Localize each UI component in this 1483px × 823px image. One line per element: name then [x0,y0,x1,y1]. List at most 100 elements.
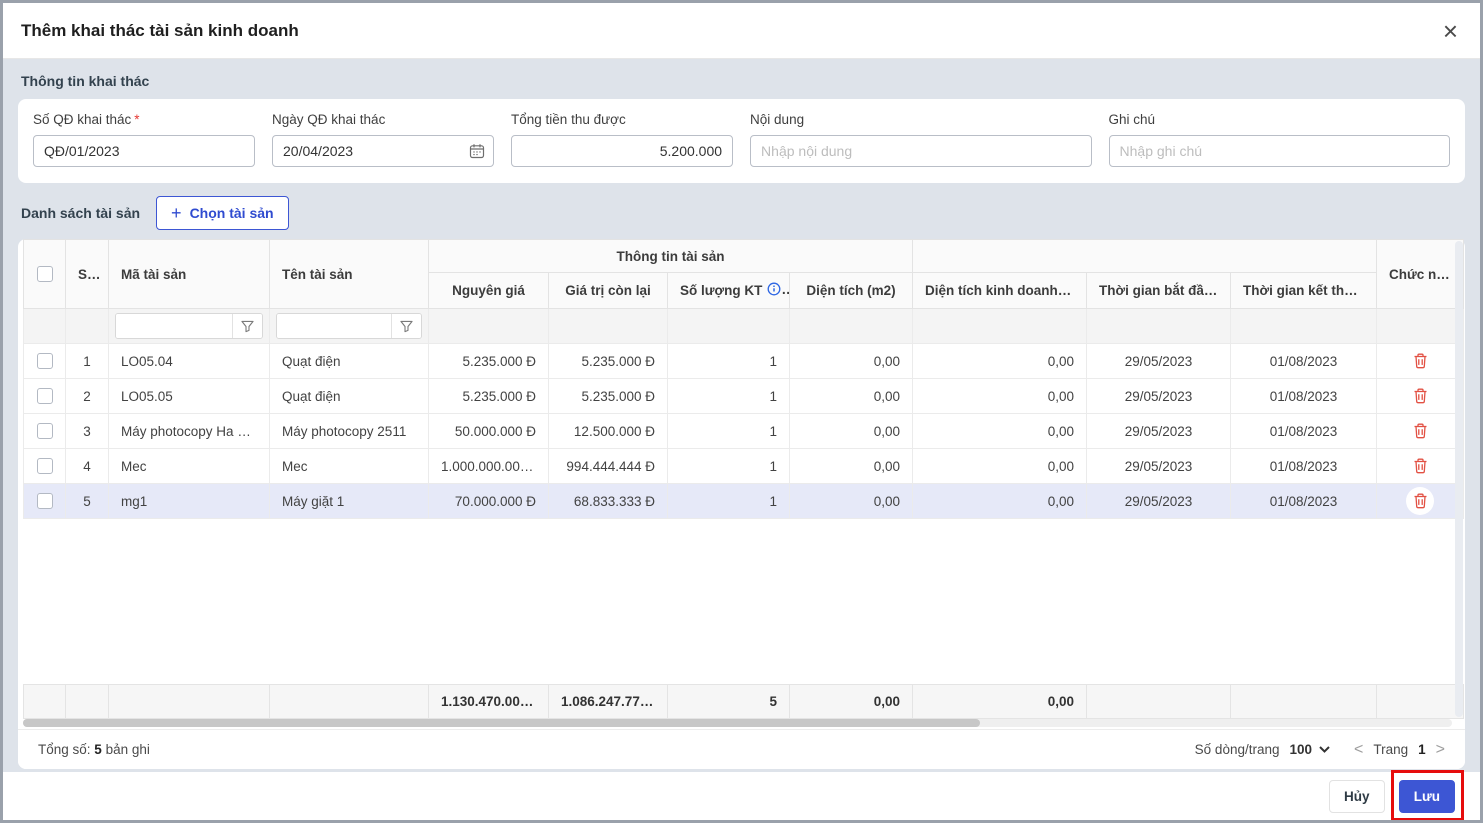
cell-end-date: 01/08/2023 [1229,343,1378,379]
cell-area: 0,00 [789,483,913,519]
cell-cost: 50.000.000 Đ [428,413,549,449]
cell-cost: 5.235.000 Đ [428,378,549,414]
header-qty: Số lượng KT [667,272,790,309]
total-collected-input[interactable] [511,135,734,167]
cell-remaining-value: 68.833.333 Đ [548,483,668,519]
field-decision-date: Ngày QĐ khai thác [272,112,495,167]
row-checkbox[interactable] [36,353,53,370]
cell-remaining-value: 12.500.000 Đ [548,413,668,449]
cell-asset-code: LO05.05 [108,378,270,414]
header-asset-code: Mã tài sản [108,239,270,309]
plus-icon: + [171,203,182,223]
horizontal-scrollbar[interactable] [23,719,1452,727]
cell-area: 0,00 [789,343,913,379]
info-circle-icon[interactable] [767,282,781,299]
trash-icon [1414,458,1427,473]
next-page-button[interactable]: > [1436,741,1445,758]
save-button[interactable]: Lưu [1398,779,1455,813]
delete-row-button[interactable] [1411,351,1430,371]
header-area: Diện tích (m2) [789,272,913,309]
info-section-heading: Thông tin khai thác [21,73,150,89]
decision-number-label: Số QĐ khai thác [33,112,132,127]
cell-end-date: 01/08/2023 [1229,448,1378,484]
close-icon[interactable]: × [1443,18,1458,44]
asset-table: STT Mã tài sản Tên tài sản Thông tin tài… [23,239,1465,519]
total-cost: 1.130.470.000 Đ [428,684,549,719]
cell-area: 0,00 [789,413,913,449]
trash-icon [1414,423,1427,438]
trash-icon [1414,353,1427,368]
cell-start-date: 29/05/2023 [1086,413,1231,449]
pagination-bar: Tổng số: 5 bản ghi Số dòng/trang 100 < T… [18,729,1465,769]
header-group-asset-info: Thông tin tài sản [428,239,913,273]
cell-remaining-value: 5.235.000 Đ [548,343,668,379]
asset-code-filter-input[interactable] [116,314,232,338]
table-empty-area [23,519,1452,684]
cell-business-area: 0,00 [912,483,1087,519]
cell-start-date: 29/05/2023 [1086,343,1231,379]
header-start-date: Thời gian bắt đầu (*) [1086,272,1231,309]
cell-business-area: 0,00 [912,413,1087,449]
dialog-footer: Hủy Lưu [3,769,1480,820]
asset-table-card: STT Mã tài sản Tên tài sản Thông tin tài… [18,239,1465,769]
delete-row-button[interactable] [1411,456,1430,476]
vertical-scrollbar[interactable] [1455,241,1463,717]
table-row[interactable]: 4 Mec Mec 1.000.000.000 Đ 994.444.444 Đ … [23,448,1465,484]
cell-stt: 5 [65,483,109,519]
delete-row-button[interactable] [1411,491,1430,511]
table-row[interactable]: 2 LO05.05 Quạt điện 5.235.000 Đ 5.235.00… [23,378,1465,414]
select-asset-button-label: Chọn tài sản [189,205,274,221]
note-input[interactable] [1108,135,1451,167]
decision-date-input[interactable] [272,135,495,167]
cell-start-date: 29/05/2023 [1086,448,1231,484]
table-row-selected[interactable]: 5 mg1 Máy giặt 1 70.000.000 Đ 68.833.333… [23,483,1465,519]
asset-table-totals: 1.130.470.000 Đ 1.086.247.777 Đ 5 0,00 0… [23,684,1464,719]
prev-page-button[interactable]: < [1354,741,1363,758]
decision-number-input[interactable] [33,135,256,167]
content-label: Nội dung [750,112,805,127]
row-checkbox[interactable] [36,458,53,475]
cell-business-area: 0,00 [912,343,1087,379]
delete-row-button[interactable] [1411,421,1430,441]
funnel-icon[interactable] [391,314,421,338]
total-area: 0,00 [789,684,913,719]
trash-icon [1414,388,1427,403]
row-checkbox[interactable] [36,423,53,440]
delete-row-button[interactable] [1411,386,1430,406]
cell-qty: 1 [667,448,790,484]
cell-asset-name: Máy giặt 1 [269,483,429,519]
cell-asset-name: Quạt điện [269,343,429,379]
asset-name-filter-input[interactable] [277,314,391,338]
cell-asset-name: Mec [269,448,429,484]
required-asterisk: * [134,112,140,127]
info-form-card: Số QĐ khai thác* Ngày QĐ khai thác [18,99,1465,183]
cancel-button[interactable]: Hủy [1328,779,1385,813]
funnel-icon[interactable] [232,314,262,338]
note-label: Ghi chú [1108,112,1156,127]
table-row[interactable]: 1 LO05.04 Quạt điện 5.235.000 Đ 5.235.00… [23,343,1465,379]
field-total-collected: Tổng tiền thu được [511,112,734,167]
row-checkbox[interactable] [36,388,53,405]
total-qty: 5 [667,684,790,719]
header-asset-name: Tên tài sản [269,239,429,309]
total-remaining-value: 1.086.247.777 Đ [548,684,668,719]
select-asset-button[interactable]: + Chọn tài sản [156,196,289,230]
cell-start-date: 29/05/2023 [1086,378,1231,414]
cell-stt: 3 [65,413,109,449]
cell-end-date: 01/08/2023 [1229,483,1378,519]
asset-name-filter [276,313,422,339]
content-input[interactable] [750,135,1092,167]
table-row[interactable]: 3 Máy photocopy Ha Noi ... Máy photocopy… [23,413,1465,449]
total-business-area: 0,00 [912,684,1087,719]
select-all-checkbox[interactable] [36,266,53,283]
rows-per-page-select[interactable]: 100 [1290,742,1331,757]
calendar-icon[interactable] [469,143,485,162]
header-actions: Chức năng [1376,239,1465,309]
horizontal-scrollbar-thumb[interactable] [23,719,981,727]
row-checkbox[interactable] [36,493,53,510]
header-end-date: Thời gian kết thúc (*) [1229,272,1378,309]
rows-per-page-label: Số dòng/trang [1194,742,1280,757]
chevron-down-icon [1319,746,1330,753]
cell-area: 0,00 [789,448,913,484]
cell-stt: 2 [65,378,109,414]
